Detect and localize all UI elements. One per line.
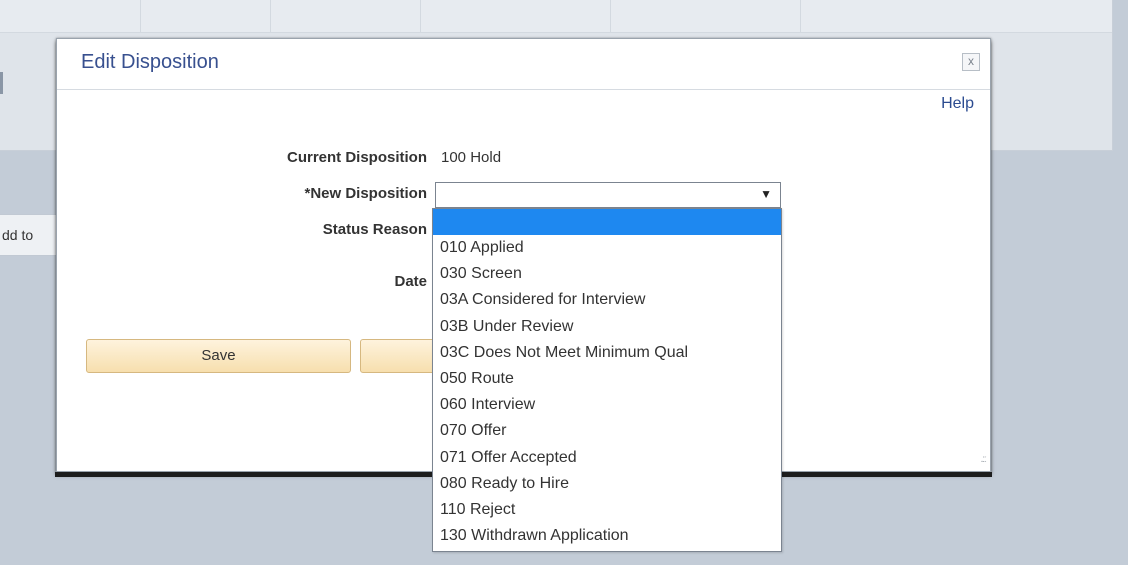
background-divider: [800, 0, 801, 32]
status-reason-label: Status Reason: [322, 221, 427, 238]
title-divider: [57, 89, 990, 90]
resize-grip-icon[interactable]: .:ː: [981, 454, 987, 465]
new-disposition-label: *New Disposition: [304, 185, 427, 202]
dropdown-option[interactable]: 071 Offer Accepted: [433, 445, 781, 471]
background-divider: [270, 0, 271, 32]
background-header-row: [0, 0, 1112, 33]
dialog-title: Edit Disposition: [81, 51, 219, 73]
background-divider: [610, 0, 611, 32]
dropdown-option[interactable]: 080 Ready to Hire: [433, 471, 781, 497]
background-marker: [0, 72, 3, 94]
new-disposition-select[interactable]: ▼: [435, 182, 781, 208]
dropdown-option[interactable]: 03A Considered for Interview: [433, 287, 781, 313]
background-divider: [420, 0, 421, 32]
dropdown-option[interactable]: 03C Does Not Meet Minimum Qual: [433, 340, 781, 366]
dropdown-option[interactable]: 010 Applied: [433, 235, 781, 261]
dropdown-option[interactable]: 03B Under Review: [433, 314, 781, 340]
dropdown-option[interactable]: 030 Screen: [433, 261, 781, 287]
dropdown-option-blank[interactable]: [433, 209, 781, 235]
dropdown-option[interactable]: 060 Interview: [433, 392, 781, 418]
background-divider: [140, 0, 141, 32]
current-disposition-label: Current Disposition: [286, 149, 427, 166]
save-button[interactable]: Save: [86, 339, 351, 373]
dropdown-option[interactable]: 050 Route: [433, 366, 781, 392]
background-add-to-button[interactable]: dd to: [0, 214, 61, 256]
dropdown-option[interactable]: 070 Offer: [433, 418, 781, 444]
chevron-down-icon[interactable]: ▼: [760, 187, 772, 201]
date-label: Date: [394, 273, 427, 290]
close-icon[interactable]: x: [962, 53, 980, 71]
new-disposition-dropdown-list[interactable]: 010 Applied 030 Screen 03A Considered fo…: [432, 208, 782, 552]
dropdown-option[interactable]: 130 Withdrawn Application: [433, 523, 781, 549]
current-disposition-value: 100 Hold: [441, 149, 502, 166]
help-link[interactable]: Help: [941, 95, 974, 113]
dropdown-option[interactable]: 110 Reject: [433, 497, 781, 523]
